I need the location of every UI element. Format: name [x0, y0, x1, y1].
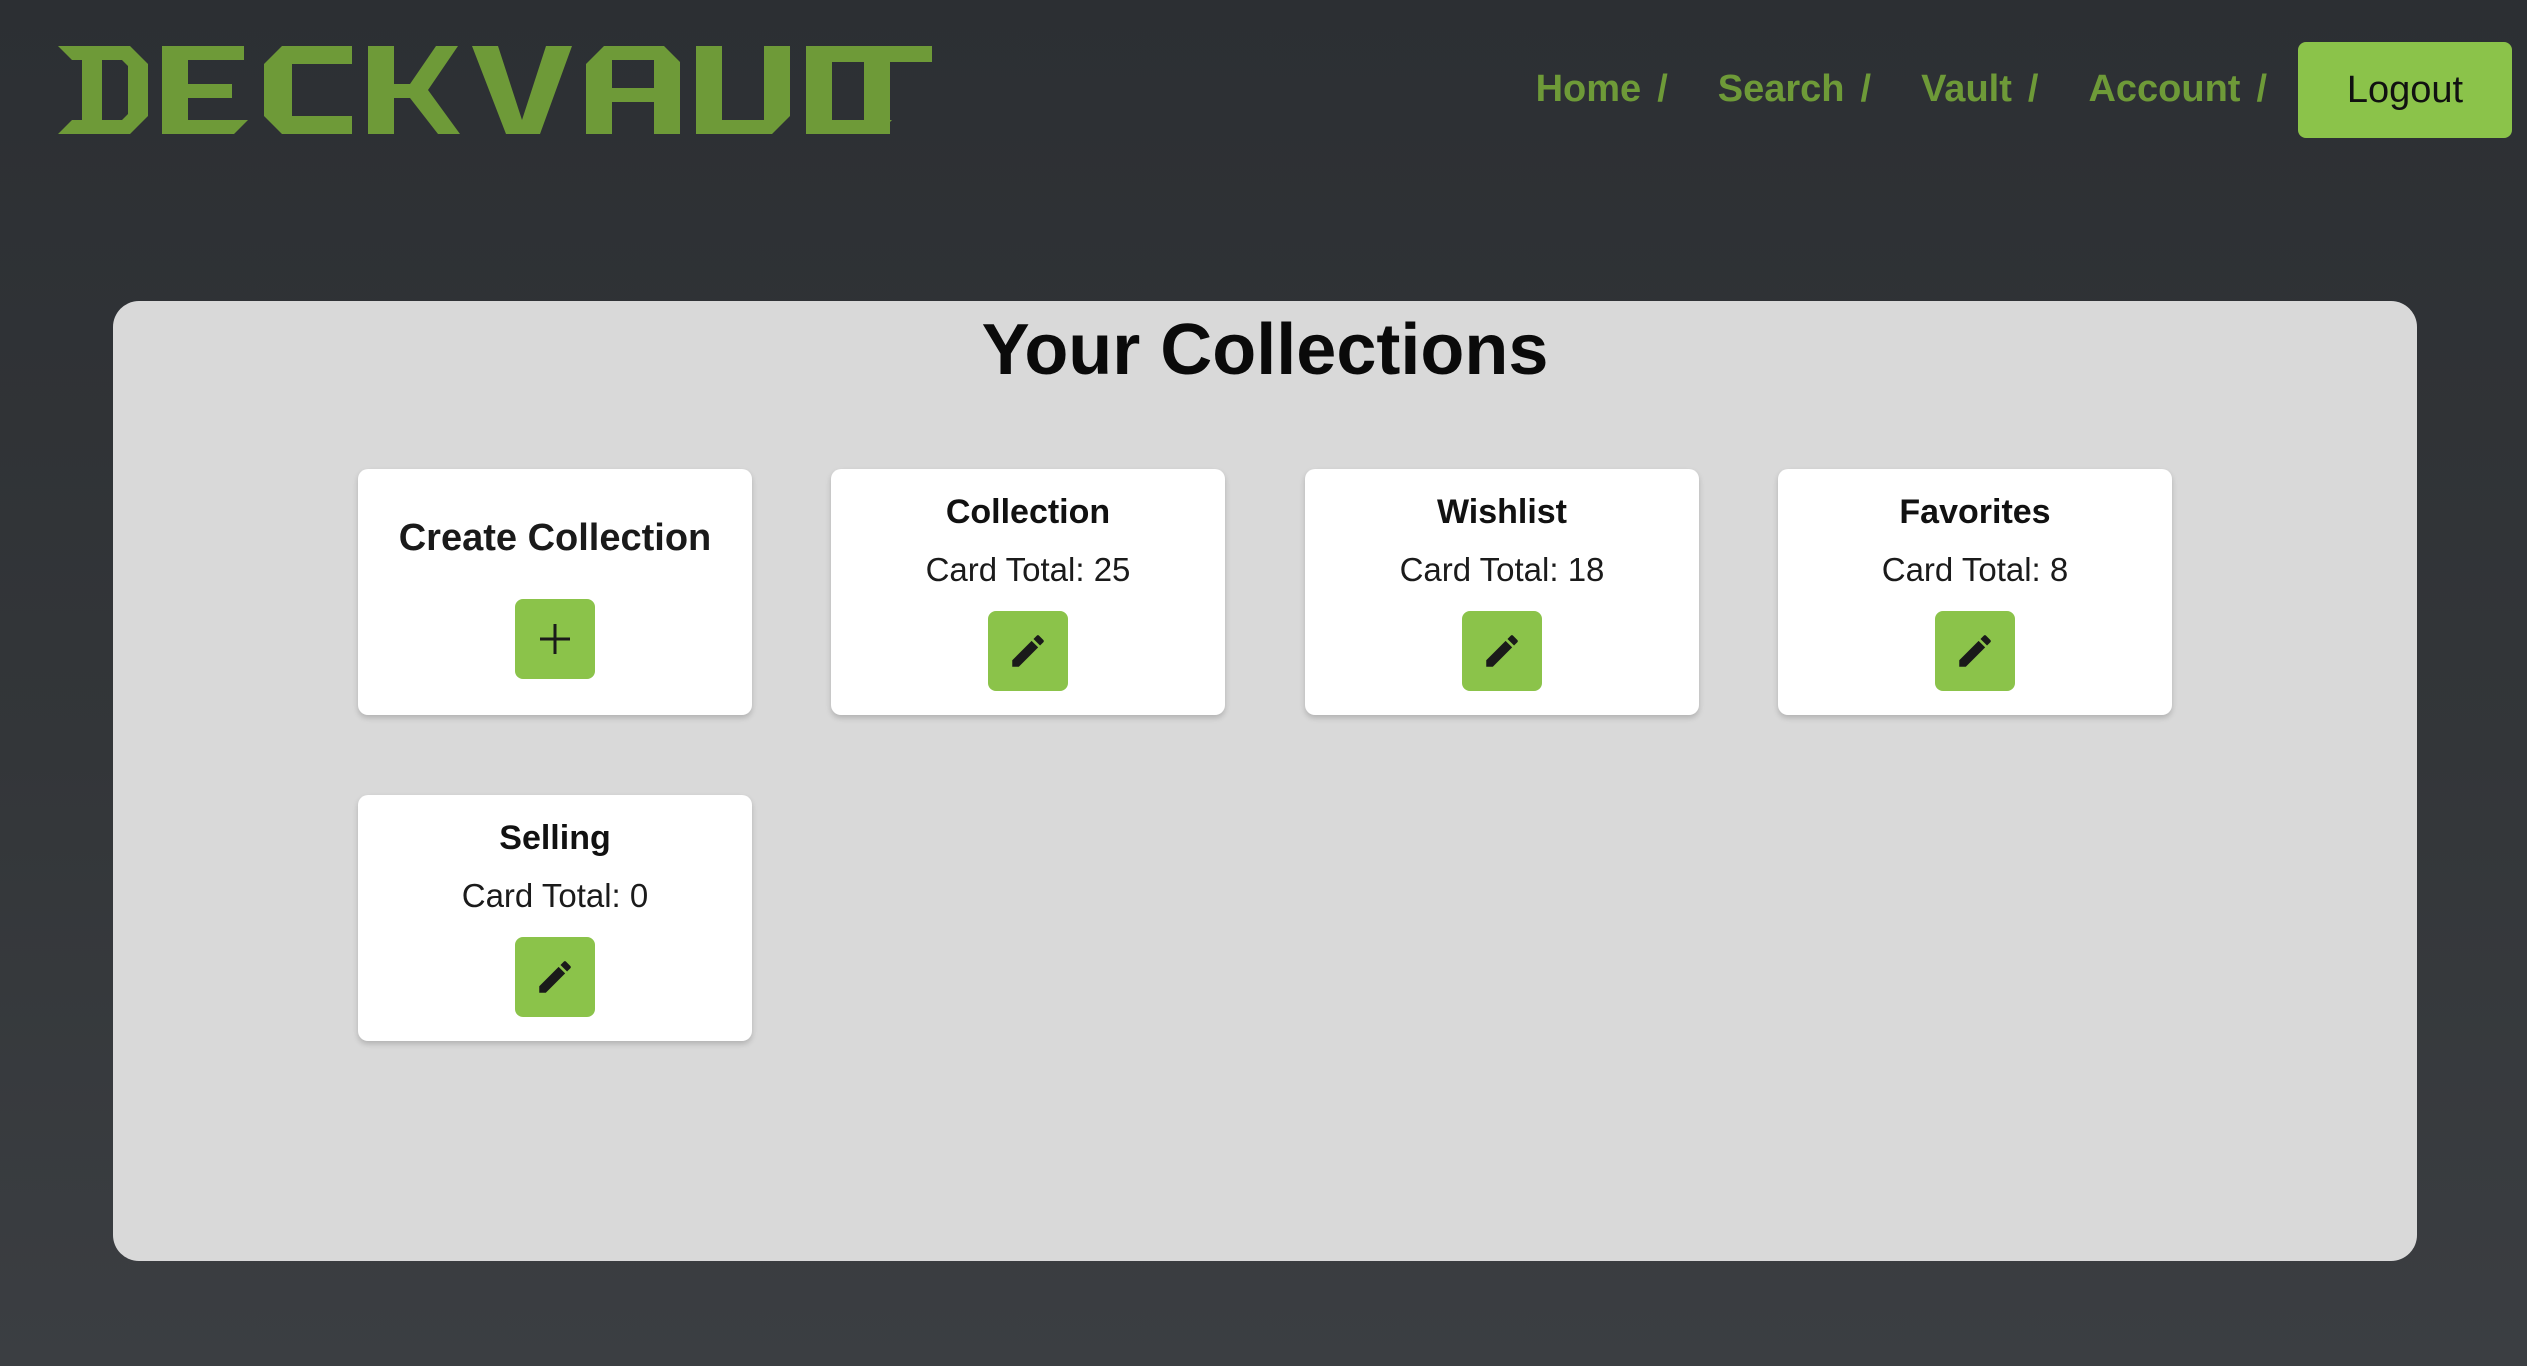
top-header: Home / Search / Vault / Account / Logout: [0, 0, 2527, 180]
nav-label-home: Home: [1535, 68, 1642, 110]
card-total: Card Total: 0: [461, 877, 649, 914]
main-nav: Home / Search / Vault / Account /: [1486, 68, 2267, 111]
edit-collection-button[interactable]: [988, 611, 1068, 691]
card-total: Card Total: 18: [1399, 551, 1605, 588]
collection-name: Selling: [499, 819, 611, 857]
edit-collection-button[interactable]: [1935, 611, 2015, 691]
deckvault-logo[interactable]: [52, 40, 932, 140]
pencil-icon: [1486, 635, 1518, 667]
collection-name: Collection: [945, 493, 1111, 531]
create-collection-title: Create Collection: [398, 517, 712, 559]
card-total: Card Total: 25: [925, 551, 1131, 588]
nav-label-vault: Vault: [1921, 68, 2012, 110]
nav-label-search: Search: [1717, 68, 1845, 110]
nav-separator: /: [2027, 68, 2039, 110]
nav-link-search[interactable]: Search /: [1718, 68, 1871, 111]
pencil-icon: [1959, 635, 1991, 667]
nav-link-account[interactable]: Account /: [2088, 68, 2267, 111]
collections-panel: Your Collections Create Collection Colle…: [113, 301, 2417, 1261]
card-total: Card Total: 8: [1881, 551, 2069, 588]
nav-link-vault[interactable]: Vault /: [1921, 68, 2038, 111]
pencil-icon: [1012, 635, 1044, 667]
collection-name: Wishlist: [1436, 493, 1568, 531]
edit-collection-button[interactable]: [1462, 611, 1542, 691]
collection-name: Favorites: [1899, 493, 2051, 531]
collection-card-collection: Collection Card Total: 25: [831, 469, 1225, 715]
edit-collection-button[interactable]: [515, 937, 595, 1017]
create-collection-button[interactable]: [515, 599, 595, 679]
nav-link-home[interactable]: Home /: [1536, 68, 1668, 111]
nav-separator: /: [2256, 68, 2267, 110]
page-title: Your Collections: [981, 310, 1549, 390]
nav-label-account: Account: [2088, 68, 2241, 110]
collection-card-favorites: Favorites Card Total: 8: [1778, 469, 2172, 715]
collection-card-wishlist: Wishlist Card Total: 18: [1305, 469, 1699, 715]
nav-separator: /: [1657, 68, 1668, 110]
collection-card-selling: Selling Card Total: 0: [358, 795, 752, 1041]
logout-button[interactable]: Logout: [2298, 42, 2512, 138]
pencil-icon: [539, 961, 571, 993]
logo-wordmark: [58, 46, 932, 134]
nav-separator: /: [1860, 68, 1872, 110]
plus-icon: [540, 624, 570, 654]
create-collection-card: Create Collection: [358, 469, 752, 715]
